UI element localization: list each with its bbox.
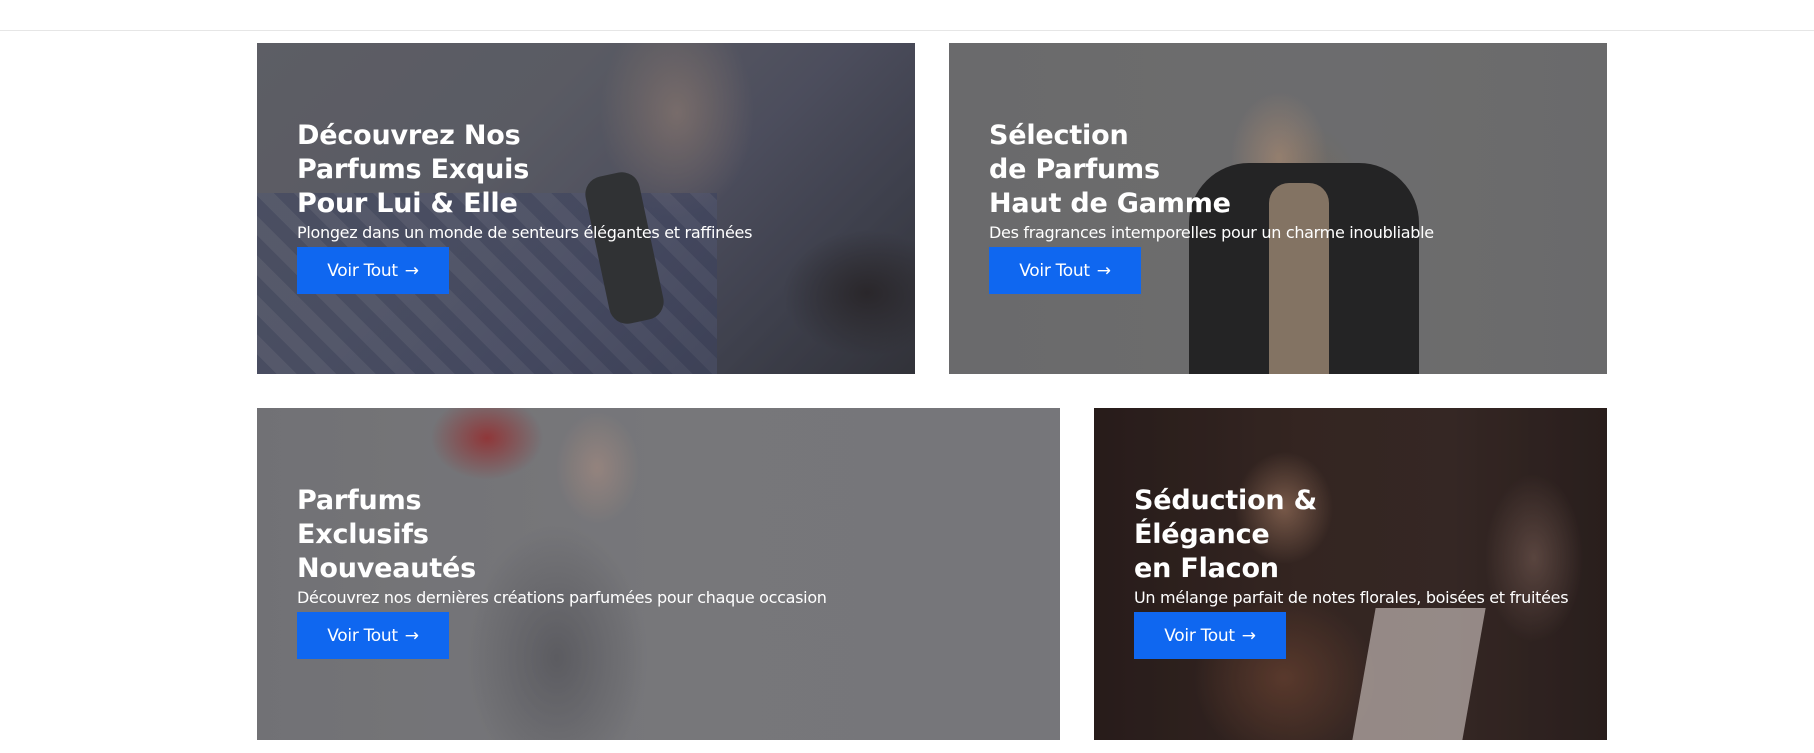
arrow-right-icon: → xyxy=(404,260,419,281)
banner-subtitle: Plongez dans un monde de senteurs élégan… xyxy=(297,223,753,242)
arrow-right-icon: → xyxy=(1096,260,1111,281)
header-bar xyxy=(0,0,1814,31)
banner-content: Séduction & Élégance en Flacon Un mélang… xyxy=(1134,484,1587,659)
button-label: Voir Tout xyxy=(327,260,398,281)
banner-title-line: Découvrez Nos xyxy=(297,120,521,151)
banner-content: Parfums Exclusifs Nouveautés Découvrez n… xyxy=(297,484,1040,659)
banner-title-line: Haut de Gamme xyxy=(989,188,1231,219)
arrow-right-icon: → xyxy=(1241,625,1256,646)
banner-title-line: Exclusifs xyxy=(297,519,429,550)
banner-content: Sélection de Parfums Haut de Gamme Des f… xyxy=(989,119,1587,294)
banner-title: Séduction & Élégance en Flacon xyxy=(1134,484,1587,586)
banner-title-line: Parfums xyxy=(297,485,422,516)
banner-title-line: Parfums Exquis xyxy=(297,154,530,185)
arrow-right-icon: → xyxy=(404,625,419,646)
banner-perfumes-him-her[interactable]: Découvrez Nos Parfums Exquis Pour Lui & … xyxy=(257,43,915,374)
banner-title: Sélection de Parfums Haut de Gamme xyxy=(989,119,1587,221)
banner-content: Découvrez Nos Parfums Exquis Pour Lui & … xyxy=(297,119,895,294)
banner-subtitle: Un mélange parfait de notes florales, bo… xyxy=(1134,588,1569,607)
banner-subtitle: Des fragrances intemporelles pour un cha… xyxy=(989,223,1434,242)
banner-title-line: en Flacon xyxy=(1134,553,1279,584)
banner-subtitle: Découvrez nos dernières créations parfum… xyxy=(297,588,827,607)
button-label: Voir Tout xyxy=(327,625,398,646)
banner-title-line: Élégance xyxy=(1134,519,1270,550)
banner-title-line: Pour Lui & Elle xyxy=(297,188,518,219)
banner-title-line: Séduction & xyxy=(1134,485,1317,516)
banner-title: Parfums Exclusifs Nouveautés xyxy=(297,484,1040,586)
view-all-button[interactable]: Voir Tout → xyxy=(989,247,1141,294)
banner-title-line: Sélection xyxy=(989,120,1129,151)
view-all-button[interactable]: Voir Tout → xyxy=(297,247,449,294)
banner-seduction-elegance[interactable]: Séduction & Élégance en Flacon Un mélang… xyxy=(1094,408,1607,740)
button-label: Voir Tout xyxy=(1019,260,1090,281)
banner-title-line: de Parfums xyxy=(989,154,1160,185)
banner-title: Découvrez Nos Parfums Exquis Pour Lui & … xyxy=(297,119,895,221)
button-label: Voir Tout xyxy=(1164,625,1235,646)
banner-title-line: Nouveautés xyxy=(297,553,477,584)
banner-exclusive-new[interactable]: Parfums Exclusifs Nouveautés Découvrez n… xyxy=(257,408,1060,740)
view-all-button[interactable]: Voir Tout → xyxy=(1134,612,1286,659)
view-all-button[interactable]: Voir Tout → xyxy=(297,612,449,659)
banner-premium-selection[interactable]: Sélection de Parfums Haut de Gamme Des f… xyxy=(949,43,1607,374)
